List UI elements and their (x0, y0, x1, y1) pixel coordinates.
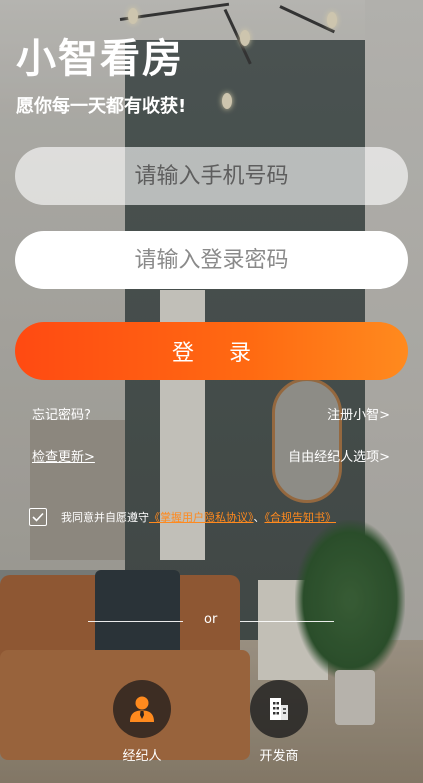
divider-line-left (88, 621, 183, 622)
agreement-prefix: 我同意并自愿遵守 (61, 511, 149, 524)
register-link[interactable]: 注册小智> (327, 404, 390, 423)
role-developer-circle (250, 680, 308, 738)
role-agent-circle (113, 680, 171, 738)
agreement-checkbox[interactable] (29, 508, 47, 526)
checkmark-icon (32, 512, 44, 522)
role-developer-button[interactable]: 开发商 (244, 680, 314, 764)
login-button[interactable]: 登 录 (15, 322, 408, 380)
check-update-link[interactable]: 检查更新> (32, 446, 95, 465)
divider-or-text: or (204, 612, 218, 627)
role-agent-button[interactable]: 经纪人 (107, 680, 177, 764)
role-developer-label: 开发商 (259, 749, 299, 764)
free-broker-options-link[interactable]: 自由经纪人选项> (288, 446, 390, 465)
privacy-agreement-link[interactable]: 《掌握用户隐私协议》 (149, 511, 254, 524)
forgot-password-link[interactable]: 忘记密码? (32, 404, 91, 423)
phone-input[interactable] (15, 147, 408, 205)
agreement-row: 我同意并自愿遵守《掌握用户隐私协议》、《合规告知书》 (29, 507, 336, 527)
building-icon (270, 698, 288, 720)
password-input[interactable] (15, 231, 408, 289)
app-slogan: 愿你每一天都有收获! (16, 96, 187, 117)
agreement-separator: 、 (253, 511, 265, 524)
app-title: 小智看房 (16, 36, 184, 82)
role-agent-label: 经纪人 (122, 749, 162, 764)
divider-line-right (240, 621, 334, 622)
compliance-notice-link[interactable]: 《合规告知书》 (265, 511, 337, 524)
agreement-text: 我同意并自愿遵守《掌握用户隐私协议》、《合规告知书》 (61, 509, 336, 525)
person-icon (130, 696, 154, 722)
